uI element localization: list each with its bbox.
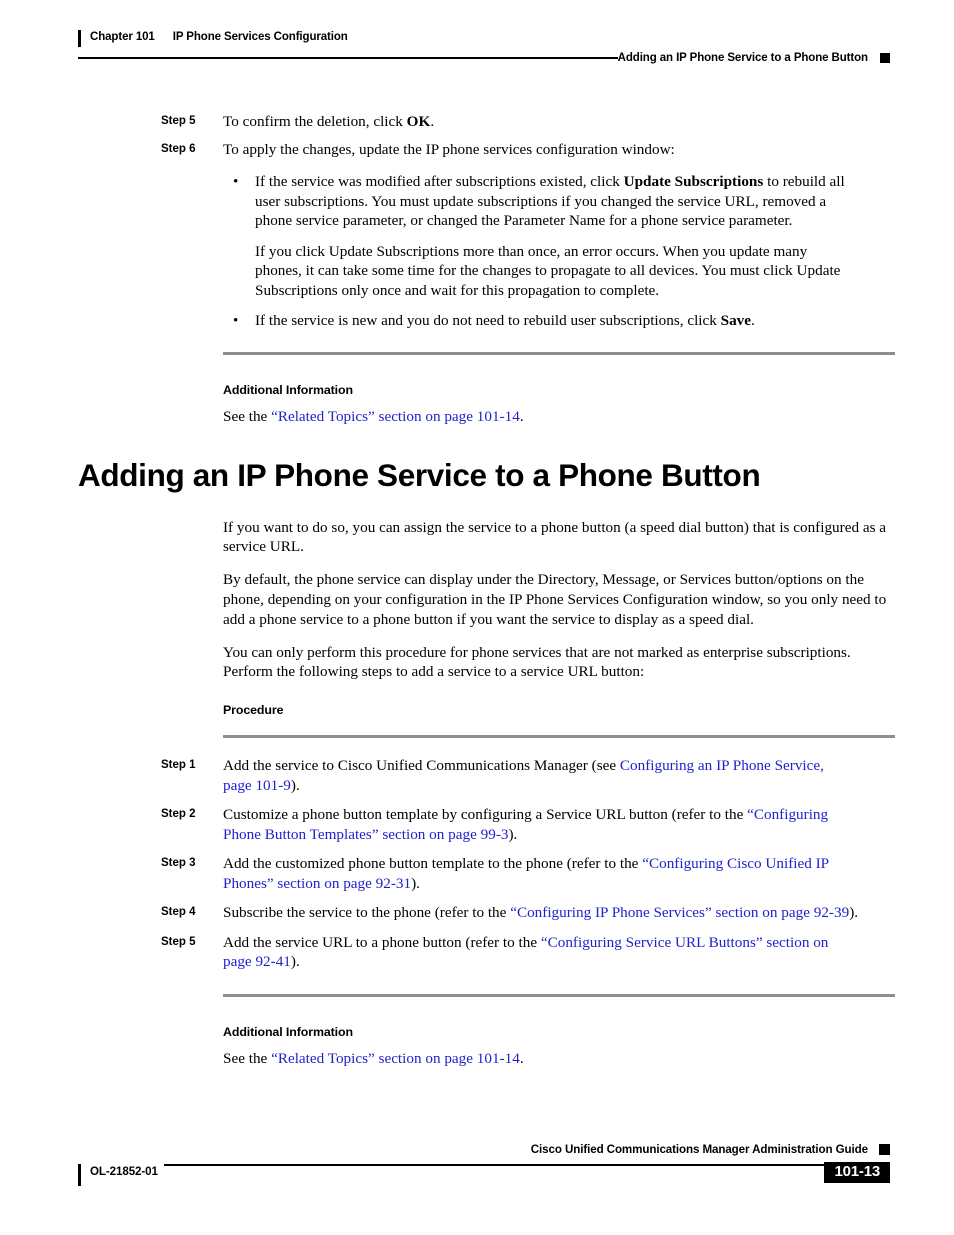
step-bold-term: OK (406, 113, 431, 130)
bullet-text-2: . (751, 311, 755, 329)
document-page: Chapter 101 IP Phone Services Configurati… (0, 0, 954, 1235)
step-text-1: Add the service URL to a phone button (r… (223, 933, 541, 951)
step-text-1: Add the service to Cisco Unified Communi… (223, 757, 620, 775)
header-chapter-block: Chapter 101 IP Phone Services Configurati… (90, 30, 348, 47)
footer-guide-title: Cisco Unified Communications Manager Adm… (530, 1143, 868, 1156)
header-chapter-title: IP Phone Services Configuration (172, 31, 348, 43)
step-row: Step 5 Add the service URL to a phone bu… (0, 933, 954, 972)
procedure-heading: Procedure (223, 703, 284, 718)
see-the-label: See the (223, 408, 272, 426)
procedure-steps: Step 1 Add the service to Cisco Unified … (0, 756, 954, 972)
step-text: Add the service to Cisco Unified Communi… (223, 756, 893, 795)
intro-paragraph: You can only perform this procedure for … (223, 643, 851, 681)
header-horizontal-rule (78, 57, 618, 59)
step-text: Add the service URL to a phone button (r… (223, 933, 893, 972)
section-divider (223, 352, 895, 356)
step-text: Customize a phone button template by con… (223, 805, 893, 844)
bullet-dot-icon: • (233, 311, 239, 329)
step-text: Subscribe the service to the phone (refe… (223, 903, 893, 923)
step-label: Step 4 (161, 906, 196, 919)
step-text-2: ). (508, 825, 518, 843)
step-label: Step 5 (161, 935, 196, 948)
step-label: Step 5 (161, 115, 196, 127)
bullet-text-1: If the service is new and you do not nee… (255, 311, 721, 329)
related-topics-link[interactable]: “Related Topics” section on page 101-14 (271, 408, 520, 425)
bullet-paragraph: If the service is new and you do not nee… (255, 311, 847, 331)
related-topics-link[interactable]: “Related Topics” section on page 101-14 (271, 1050, 520, 1067)
step-paragraph: To confirm the deletion, click OK. (223, 112, 847, 132)
running-header: Chapter 101 IP Phone Services Configurati… (78, 30, 890, 64)
step-row: Step 5 To confirm the deletion, click OK… (0, 112, 954, 132)
additional-information-text: See the “Related Topics” section on page… (223, 407, 954, 427)
footer-square-marker (879, 1144, 890, 1155)
additional-information-heading: Additional Information (223, 383, 353, 398)
step-text-2: ). (290, 776, 300, 794)
header-section-line: Adding an IP Phone Service to a Phone Bu… (78, 52, 890, 64)
step-text-1: Customize a phone button template by con… (223, 806, 748, 824)
header-square-marker (880, 53, 890, 63)
footer-horizontal-rule (163, 1164, 825, 1166)
bullet-list: • If the service was modified after subs… (223, 172, 847, 330)
bullet-body: • If the service was modified after subs… (223, 163, 893, 330)
header-section-title: Adding an IP Phone Service to a Phone Bu… (617, 52, 868, 64)
procedure-divider (223, 735, 895, 739)
step-label: Step 2 (161, 808, 196, 821)
step-paragraph: Add the service to Cisco Unified Communi… (223, 756, 847, 795)
step-row: Step 1 Add the service to Cisco Unified … (0, 756, 954, 795)
step-text-2: ). (411, 874, 420, 892)
cross-reference-link[interactable]: “Configuring IP Phone Services” section … (510, 904, 849, 921)
step-row: Step 4 Subscribe the service to the phon… (0, 903, 954, 923)
step-paragraph: Add the customized phone button template… (223, 854, 847, 893)
step-text-2: ). (849, 904, 859, 922)
period: . (519, 1049, 524, 1067)
step-text-before: To confirm the deletion, click (223, 113, 407, 130)
step-paragraph: Subscribe the service to the phone (refe… (223, 903, 885, 923)
list-item: • If the service is new and you do not n… (223, 311, 847, 331)
step-row: Step 3 Add the customized phone button t… (0, 854, 954, 893)
footer-document-id: OL-21852-01 (90, 1165, 158, 1178)
running-footer: Cisco Unified Communications Manager Adm… (78, 1143, 890, 1203)
bullet-bold-term: Save (720, 311, 752, 329)
bullet-block: • If the service was modified after subs… (0, 163, 954, 330)
bullet-bold-term: Update Subscriptions (623, 173, 764, 190)
bullet-text-1: If the service was modified after subscr… (255, 173, 624, 190)
bullet-dot-icon: • (233, 173, 239, 190)
list-item: • If the service was modified after subs… (223, 172, 847, 301)
footer-title-line: Cisco Unified Communications Manager Adm… (531, 1143, 890, 1156)
page-title: Adding an IP Phone Service to a Phone Bu… (78, 456, 761, 493)
step-paragraph: Add the service URL to a phone button (r… (223, 933, 847, 972)
section-divider (223, 993, 895, 997)
header-chapter-number: Chapter 101 (90, 31, 155, 43)
step-text: To confirm the deletion, click OK. (223, 112, 893, 132)
step-text-1: Add the customized phone button template… (223, 855, 643, 873)
additional-information-heading: Additional Information (223, 1024, 353, 1039)
header-chapter-line: Chapter 101 IP Phone Services Configurati… (78, 30, 890, 47)
step-text-after: . (430, 113, 435, 130)
bullet-secondary-paragraph: If you click Update Subscriptions more t… (255, 242, 841, 299)
step-row: Step 6 To apply the changes, update the … (0, 140, 954, 160)
step-paragraph: To apply the changes, update the IP phon… (223, 140, 675, 158)
additional-information-text: See the “Related Topics” section on page… (223, 1049, 954, 1069)
step-text: To apply the changes, update the IP phon… (223, 140, 893, 160)
step-paragraph: Customize a phone button template by con… (223, 805, 847, 844)
step-text-1: Subscribe the service to the phone (refe… (223, 904, 511, 922)
period: . (519, 408, 524, 426)
footer-left-rule (78, 1164, 81, 1186)
step-label: Step 6 (161, 142, 196, 155)
header-left-rule (78, 30, 81, 47)
bullet-paragraph: If the service was modified after subscr… (255, 172, 847, 231)
footer-docid-line: OL-21852-01 101-13 (78, 1162, 890, 1186)
footer-page-number: 101-13 (824, 1162, 890, 1183)
intro-paragraph: If you want to do so, you can assign the… (223, 518, 887, 556)
step-label: Step 1 (161, 759, 196, 772)
see-the-label: See the (223, 1049, 272, 1067)
page-content: Step 5 To confirm the deletion, click OK… (0, 112, 954, 1068)
step-row: Step 2 Customize a phone button template… (0, 805, 954, 844)
step-label: Step 3 (161, 857, 196, 870)
intro-paragraph: By default, the phone service can displa… (223, 571, 887, 628)
step-text-2: ). (290, 953, 300, 971)
step-text: Add the customized phone button template… (223, 854, 893, 893)
